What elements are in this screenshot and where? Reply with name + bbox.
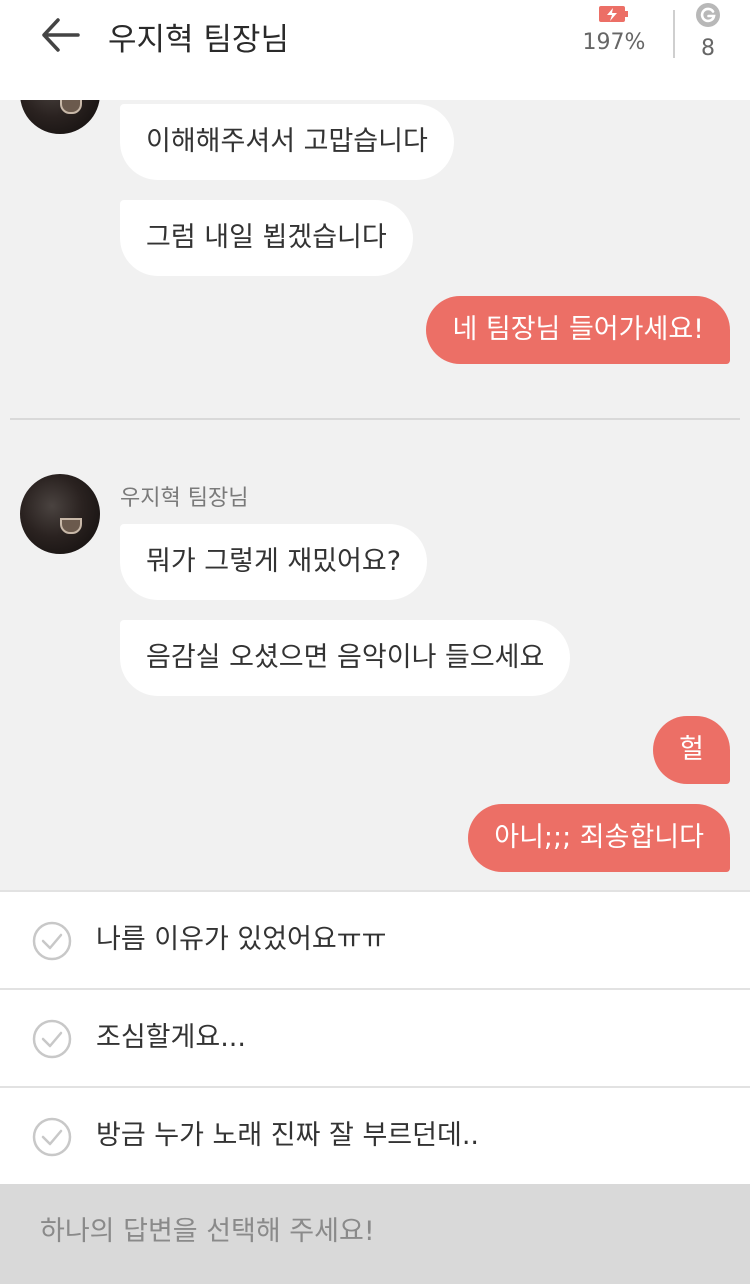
- reply-option[interactable]: 조심할게요...: [0, 990, 750, 1088]
- message-bubble: 뭐가 그렇게 재밌어요?: [120, 524, 428, 600]
- reply-choices: 나름 이유가 있었어요ㅠㅠ 조심할게요... 방금 누가 노래 진짜 잘 부르던…: [0, 890, 750, 1186]
- check-circle-icon: [32, 921, 72, 961]
- battery-charging-icon: [599, 6, 628, 22]
- message-bubble-mine: 헐: [653, 716, 730, 784]
- gcoin-count: 8: [701, 36, 715, 61]
- divider: [673, 10, 675, 58]
- reply-option-label: 나름 이유가 있었어요ㅠㅠ: [96, 924, 387, 955]
- chat-area[interactable]: 이해해주셔서 고맙습니다 그럼 내일 뵙겠습니다 네 팀장님 들어가세요! 우지…: [0, 0, 750, 890]
- message-bubble: 그럼 내일 뵙겠습니다: [120, 200, 413, 276]
- reply-option-label: 방금 누가 노래 진짜 잘 부르던데..: [96, 1120, 479, 1151]
- reply-option[interactable]: 나름 이유가 있었어요ㅠㅠ: [0, 892, 750, 990]
- g-coin-icon: [696, 3, 720, 27]
- message-bubble: 이해해주셔서 고맙습니다: [120, 104, 454, 180]
- check-circle-icon: [32, 1019, 72, 1059]
- top-bar: 우지혁 팀장님 197% 8: [0, 0, 750, 100]
- message-bubble-mine: 네 팀장님 들어가세요!: [426, 296, 730, 364]
- back-button[interactable]: [36, 12, 86, 58]
- divider: [10, 418, 740, 420]
- page-title: 우지혁 팀장님: [108, 22, 289, 58]
- gcoin-counter[interactable]: 8: [688, 2, 728, 61]
- arrow-left-icon: [42, 18, 80, 52]
- message-bubble-mine: 아니;;; 죄송합니다: [468, 804, 730, 872]
- check-circle-icon: [32, 1117, 72, 1157]
- message-bubble: 음감실 오셨으면 음악이나 들으세요: [120, 620, 571, 696]
- reply-prompt: 하나의 답변을 선택해 주세요!: [0, 1184, 750, 1284]
- reply-option-label: 조심할게요...: [96, 1022, 246, 1053]
- reply-option[interactable]: 방금 누가 노래 진짜 잘 부르던데..: [0, 1088, 750, 1186]
- sender-name: 우지혁 팀장님: [120, 486, 249, 511]
- battery-percent: 197%: [582, 30, 646, 55]
- battery-indicator[interactable]: 197%: [578, 2, 650, 55]
- avatar[interactable]: [20, 474, 100, 554]
